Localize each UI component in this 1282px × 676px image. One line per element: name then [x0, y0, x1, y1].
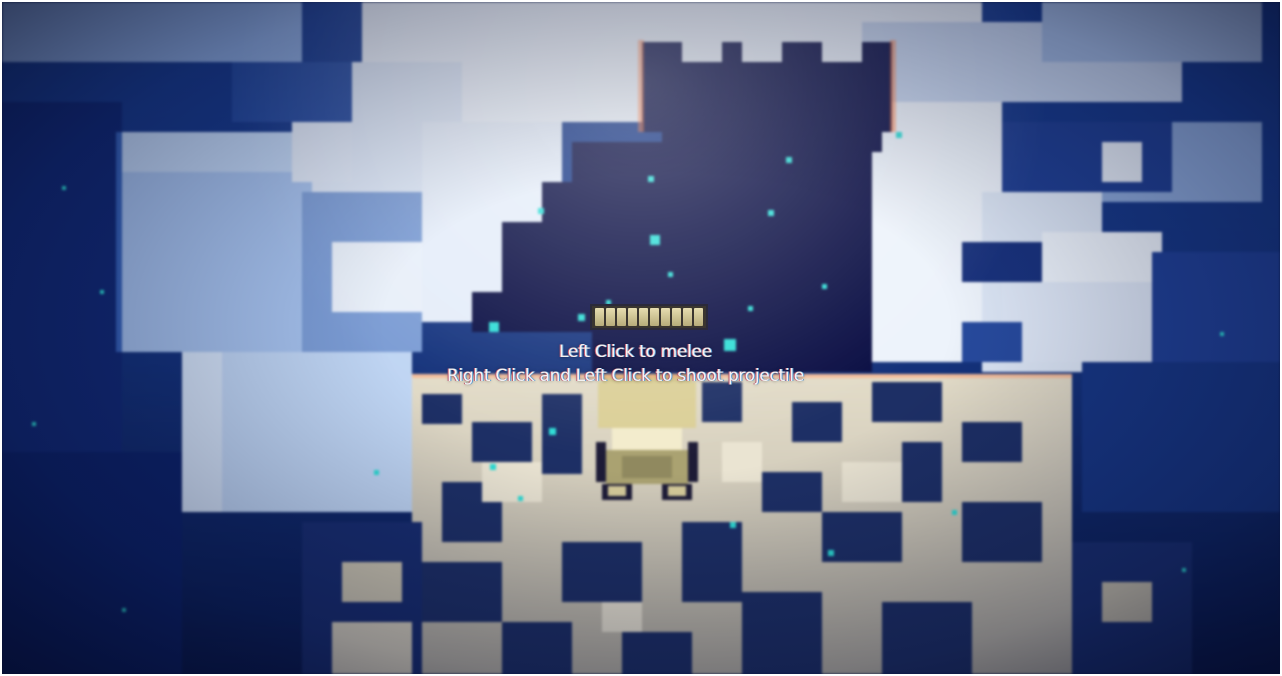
ammo-pip-icon	[628, 308, 637, 326]
game-scene	[2, 2, 1280, 674]
ammo-pip-icon	[683, 308, 692, 326]
ammo-pip-icon	[606, 308, 615, 326]
game-viewport[interactable]: Left Click to melee Right Click and Left…	[2, 2, 1280, 674]
ammo-bar	[590, 304, 708, 330]
ammo-pip-icon	[661, 308, 670, 326]
floor	[412, 374, 1072, 674]
ammo-pip-icon	[694, 308, 703, 326]
ammo-pip-icon	[595, 308, 604, 326]
projectile-hint-text: Right Click and Left Click to shoot proj…	[447, 366, 804, 386]
ammo-pip-icon	[650, 308, 659, 326]
ammo-pip-icon	[639, 308, 648, 326]
ammo-pip-icon	[672, 308, 681, 326]
melee-hint-text: Left Click to melee	[559, 342, 712, 362]
ammo-pip-icon	[617, 308, 626, 326]
